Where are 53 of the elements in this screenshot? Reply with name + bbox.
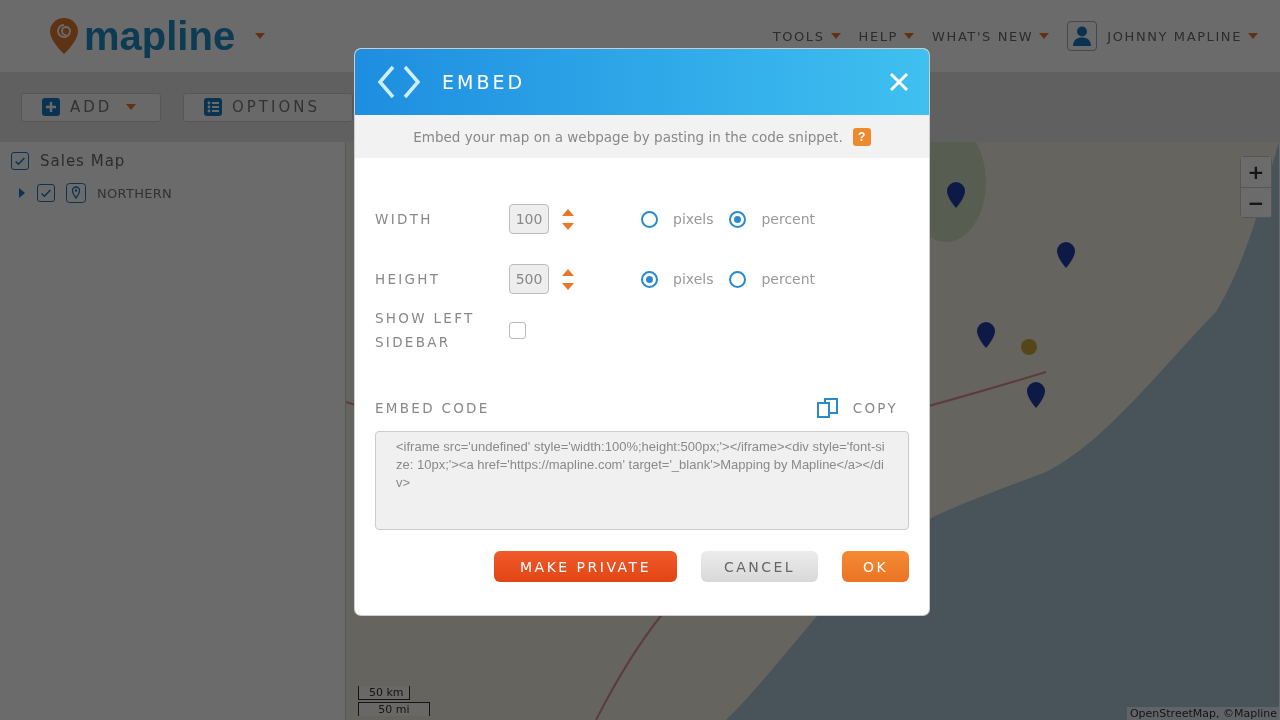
decrement-icon[interactable] <box>562 282 574 290</box>
radio-button[interactable] <box>729 210 747 228</box>
user-avatar-icon[interactable] <box>1067 21 1098 51</box>
number-field[interactable]: 500 <box>509 264 549 294</box>
zoom-out-button[interactable]: − <box>1241 187 1271 217</box>
radio-label[interactable]: pixels <box>673 211 714 227</box>
radio-label[interactable]: percent <box>761 271 816 287</box>
field-label: WIDTH <box>375 211 434 227</box>
map-pin-icon <box>50 18 78 54</box>
close-icon[interactable] <box>889 72 909 92</box>
expand-arrow-icon[interactable] <box>18 188 26 198</box>
layer-name[interactable]: NORTHERN <box>97 185 173 201</box>
list-icon <box>204 98 222 116</box>
field-label: SHOW LEFT SIDEBAR <box>375 309 476 352</box>
make-private-button[interactable]: MAKE PRIVATE <box>494 551 677 582</box>
caret-icon <box>126 104 137 110</box>
help-button[interactable]: ? <box>852 127 871 146</box>
nav-menu[interactable]: WHAT'S NEW <box>932 28 1050 44</box>
plus-icon <box>42 98 60 116</box>
radio-label[interactable]: pixels <box>673 271 714 287</box>
checkbox[interactable] <box>509 321 526 339</box>
map-name[interactable]: Sales Map <box>40 152 126 170</box>
copy-button[interactable]: COPY <box>816 398 898 418</box>
caret-icon <box>830 33 841 39</box>
dialog-title: EMBED <box>442 71 526 93</box>
radio-label[interactable]: percent <box>761 211 816 227</box>
decrement-icon[interactable] <box>562 222 574 230</box>
app-logo[interactable]: mapline <box>84 16 236 56</box>
caret-icon <box>1039 33 1050 39</box>
radio-button[interactable] <box>729 270 747 288</box>
map-attribution: OpenStreetMap, ©Mapline <box>1126 707 1280 720</box>
nav-menu[interactable]: HELP <box>858 28 915 44</box>
number-field[interactable]: 100 <box>509 204 549 234</box>
code-icon <box>377 64 421 100</box>
user-menu[interactable]: JOHNNY MAPLINE <box>1107 28 1258 44</box>
increment-icon[interactable] <box>562 208 574 216</box>
radio-button[interactable] <box>641 270 658 288</box>
checkbox[interactable] <box>11 152 29 170</box>
caret-icon[interactable] <box>255 33 266 39</box>
nav-menu[interactable]: TOOLS <box>772 28 841 44</box>
embed-code-field[interactable]: <iframe src='undefined' style='width:100%;height:500px;'></iframe><div style='font-size: 10px;'><a href='https://mapline.com' target='_blank'>Mapping by Mapline</a></div> <box>375 431 909 530</box>
copy-icon <box>816 398 838 418</box>
map-pin-icon <box>66 183 86 203</box>
radio-button[interactable] <box>641 210 658 228</box>
cancel-button[interactable]: CANCEL <box>701 551 818 582</box>
caret-icon <box>1248 33 1258 39</box>
ok-button[interactable]: OK <box>842 551 909 582</box>
field-label: EMBED CODE <box>375 400 490 416</box>
dialog-description: Embed your map on a webpage by pasting in the code snippet. <box>413 128 843 145</box>
checkbox[interactable] <box>37 184 55 202</box>
field-label: HEIGHT <box>375 271 442 287</box>
increment-icon[interactable] <box>562 268 574 276</box>
caret-icon <box>904 33 915 39</box>
